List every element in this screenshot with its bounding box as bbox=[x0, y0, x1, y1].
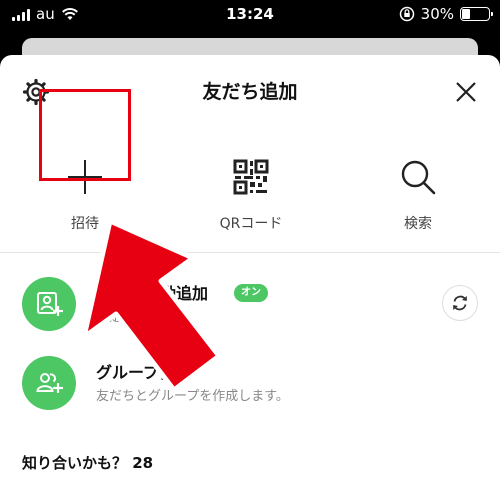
search-label: 検索 bbox=[404, 216, 432, 232]
create-group-row[interactable]: グループ作成 友だちとグループを作成します。 bbox=[0, 352, 500, 416]
status-badge: オン bbox=[234, 284, 268, 302]
battery-icon bbox=[460, 7, 493, 21]
search-button[interactable]: 検索 bbox=[363, 141, 473, 241]
close-icon bbox=[456, 82, 476, 102]
sync-icon bbox=[453, 295, 467, 311]
suggestions-count: 28 bbox=[132, 454, 154, 472]
add-contact-icon bbox=[22, 277, 76, 331]
rotation-lock-icon bbox=[399, 6, 414, 22]
sync-button[interactable] bbox=[442, 285, 478, 321]
suggestions-label: 知り合いかも？ bbox=[22, 454, 128, 472]
highlight-box bbox=[39, 89, 131, 181]
search-icon bbox=[401, 160, 436, 195]
add-group-icon bbox=[22, 356, 76, 410]
status-right: 30% bbox=[399, 5, 493, 23]
battery-percentage: 30% bbox=[420, 5, 454, 23]
divider bbox=[0, 252, 500, 253]
qr-code-label: QRコード bbox=[219, 216, 283, 232]
invite-label: 招待 bbox=[71, 216, 99, 232]
create-group-subtitle: 友だちとグループを作成します。 bbox=[96, 389, 289, 404]
auto-add-friends-row[interactable]: 友だち自動追加 オン 設定を確認 bbox=[0, 273, 500, 337]
create-group-title: グループ作成 bbox=[96, 363, 192, 382]
suggestions-heading: 知り合いかも？ 28 bbox=[22, 452, 153, 473]
qr-code-icon bbox=[233, 159, 269, 195]
auto-add-subtitle: 設定を確認 bbox=[96, 310, 162, 325]
battery-fill bbox=[462, 9, 471, 19]
status-bar: au 13:24 30% bbox=[0, 0, 500, 30]
qr-code-button[interactable]: QRコード bbox=[196, 141, 306, 241]
auto-add-title: 友だち自動追加 bbox=[96, 284, 209, 303]
close-button[interactable] bbox=[452, 78, 480, 106]
